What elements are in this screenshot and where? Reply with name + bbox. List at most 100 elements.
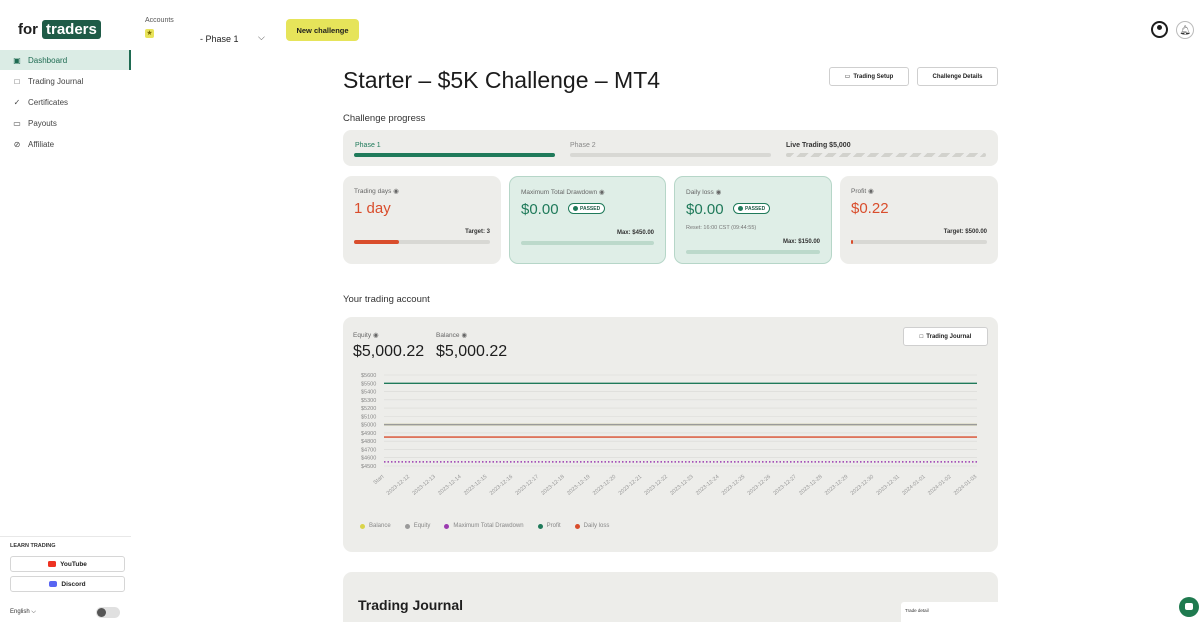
x-tick-label: 2023-12-30 bbox=[850, 474, 875, 497]
page: for traders Accounts ★ - Phase 1 ⌵ New c… bbox=[0, 0, 1201, 622]
legend-dot bbox=[537, 523, 543, 529]
monitor-icon: ▭ bbox=[844, 74, 851, 80]
trading-journal-section: Trading Journal Trade detail bbox=[343, 572, 998, 622]
logo[interactable]: for traders bbox=[18, 20, 101, 39]
legend-item[interactable]: Balance bbox=[360, 523, 391, 529]
passed-badge: PASSED bbox=[733, 203, 771, 214]
phase-1-label: Phase 1 bbox=[355, 142, 381, 149]
chevron-down-icon: ⌵ bbox=[31, 609, 36, 615]
x-tick-label: 2023-12-25 bbox=[721, 474, 746, 497]
chat-icon[interactable] bbox=[1179, 597, 1199, 617]
sidebar-item-trading-journal[interactable]: □ Trading Journal bbox=[0, 71, 131, 91]
legend-label: Daily loss bbox=[583, 523, 610, 529]
y-tick-label: $5400 bbox=[361, 390, 376, 396]
sidebar-item-dashboard[interactable]: ▣ Dashboard bbox=[0, 50, 131, 70]
x-tick-label: 2023-12-14 bbox=[437, 474, 462, 497]
x-tick-label: 2023-12-17 bbox=[515, 474, 540, 497]
discord-label: Discord bbox=[61, 580, 86, 588]
x-tick-label: 2023-12-20 bbox=[592, 474, 617, 497]
x-tick-label: 2024-01-03 bbox=[953, 474, 978, 497]
page-title: Starter – $5K Challenge – MT4 bbox=[343, 67, 661, 93]
sidebar-item-label: Certificates bbox=[28, 97, 69, 107]
daily-loss-track bbox=[686, 250, 820, 254]
theme-toggle[interactable] bbox=[96, 607, 120, 618]
sidebar-item-affiliate[interactable]: ⊘ Affiliate bbox=[0, 134, 131, 154]
trading-days-value: 1 day bbox=[354, 200, 391, 217]
x-tick-label: 2023-12-18 bbox=[540, 474, 565, 497]
new-challenge-button[interactable]: New challenge bbox=[286, 19, 359, 41]
y-tick-label: $5300 bbox=[361, 398, 376, 404]
info-icon: ◉ bbox=[867, 188, 874, 195]
account-selector[interactable]: - Phase 1 bbox=[200, 34, 239, 44]
x-tick-label: 2023-12-28 bbox=[798, 474, 823, 497]
x-tick-label: 2023-12-15 bbox=[463, 474, 488, 497]
trading-days-card: Trading days ◉ 1 day Target: 3 bbox=[343, 176, 501, 264]
youtube-icon bbox=[48, 561, 57, 567]
trading-journal-label: Trading Journal bbox=[926, 333, 972, 340]
x-tick-label: 2023-12-19 bbox=[566, 474, 591, 497]
legend-item[interactable]: Profit bbox=[537, 523, 561, 529]
account-chart: $5600 $5500 $5400 $5300 $5200 $5100 $5000 $4900… bbox=[361, 373, 978, 497]
trading-account-panel: Equity ◉ $5,000.22 Balance ◉ $5,000.22 □… bbox=[343, 317, 998, 552]
daily-loss-card: Daily loss ◉ $0.00 PASSED Reset: 16:00 C… bbox=[674, 176, 832, 264]
challenge-details-button[interactable]: Challenge Details bbox=[917, 67, 998, 86]
discord-button[interactable]: Discord bbox=[10, 576, 125, 592]
trading-journal-title: Trading Journal bbox=[358, 597, 464, 613]
trading-days-track bbox=[354, 240, 490, 244]
check-icon bbox=[573, 206, 578, 211]
language-label: English bbox=[10, 609, 30, 615]
trading-days-target: Target: 3 bbox=[465, 229, 490, 235]
y-tick-label: $4600 bbox=[361, 456, 376, 462]
link-icon: ⊘ bbox=[13, 139, 21, 149]
chevron-down-icon[interactable]: ⌵ bbox=[258, 32, 265, 43]
trading-journal-button[interactable]: □ Trading Journal bbox=[903, 327, 988, 346]
phase-2-label: Phase 2 bbox=[570, 142, 596, 149]
y-tick-label: $5500 bbox=[361, 381, 376, 387]
max-drawdown-card: Maximum Total Drawdown ◉ $0.00 PASSED Ma… bbox=[509, 176, 666, 264]
x-tick-label: 2023-12-13 bbox=[411, 474, 436, 497]
legend-item[interactable]: Maximum Total Drawdown bbox=[444, 523, 524, 529]
x-tick-label: 2024-01-01 bbox=[901, 474, 926, 497]
trading-days-label: Trading days ◉ bbox=[354, 188, 399, 195]
profit-value: $0.22 bbox=[851, 200, 889, 217]
equity-value: $5,000.22 bbox=[353, 343, 425, 360]
sidebar: ▣ Dashboard □ Trading Journal ✓ Certific… bbox=[0, 50, 131, 155]
max-drawdown-label: Maximum Total Drawdown ◉ bbox=[521, 189, 605, 196]
x-tick-label: 2023-12-21 bbox=[618, 474, 643, 497]
info-icon: ◉ bbox=[461, 332, 467, 339]
sidebar-item-certificates[interactable]: ✓ Certificates bbox=[0, 92, 131, 112]
sidebar-divider bbox=[0, 536, 131, 537]
phase-1-track bbox=[354, 153, 555, 157]
daily-loss-value: $0.00 bbox=[686, 201, 724, 218]
legend-label: Profit bbox=[546, 523, 561, 529]
trade-detail-panel: Trade detail bbox=[901, 602, 998, 622]
bell-icon[interactable]: 🔔︎ bbox=[1176, 21, 1194, 39]
trading-setup-button[interactable]: ▭ Trading Setup bbox=[829, 67, 909, 86]
equity-label: Equity ◉ bbox=[353, 332, 379, 339]
x-tick-label: 2023-12-27 bbox=[772, 474, 797, 497]
logo-brand: traders bbox=[42, 20, 101, 39]
trading-days-fill bbox=[354, 240, 400, 244]
x-tick-label: 2023-12-26 bbox=[747, 474, 772, 497]
live-trading-track bbox=[786, 153, 986, 157]
max-drawdown-value: $0.00 bbox=[521, 201, 559, 218]
sidebar-item-payouts[interactable]: ▭ Payouts bbox=[0, 113, 131, 133]
chart-legend: Balance Equity Maximum Total Drawdown Profi… bbox=[360, 523, 609, 529]
language-selector[interactable]: English ⌵ bbox=[10, 609, 36, 616]
x-tick-label: 2023-12-24 bbox=[695, 474, 720, 497]
x-tick-label: 2023-12-12 bbox=[386, 474, 411, 497]
user-avatar-icon[interactable] bbox=[1151, 21, 1168, 38]
book-icon: □ bbox=[919, 333, 924, 340]
legend-label: Balance bbox=[369, 523, 391, 529]
legend-dot bbox=[404, 523, 410, 529]
legend-item[interactable]: Daily loss bbox=[574, 523, 610, 529]
discord-icon bbox=[49, 581, 58, 587]
trading-setup-label: Trading Setup bbox=[853, 73, 894, 80]
account-star-icon: ★ bbox=[145, 29, 154, 38]
youtube-button[interactable]: YouTube bbox=[10, 556, 125, 572]
y-tick-label: $5100 bbox=[361, 414, 376, 420]
profit-label: Profit ◉ bbox=[851, 188, 874, 195]
legend-item[interactable]: Equity bbox=[404, 523, 430, 529]
payout-icon: ▭ bbox=[13, 118, 21, 128]
profit-fill bbox=[851, 240, 853, 244]
